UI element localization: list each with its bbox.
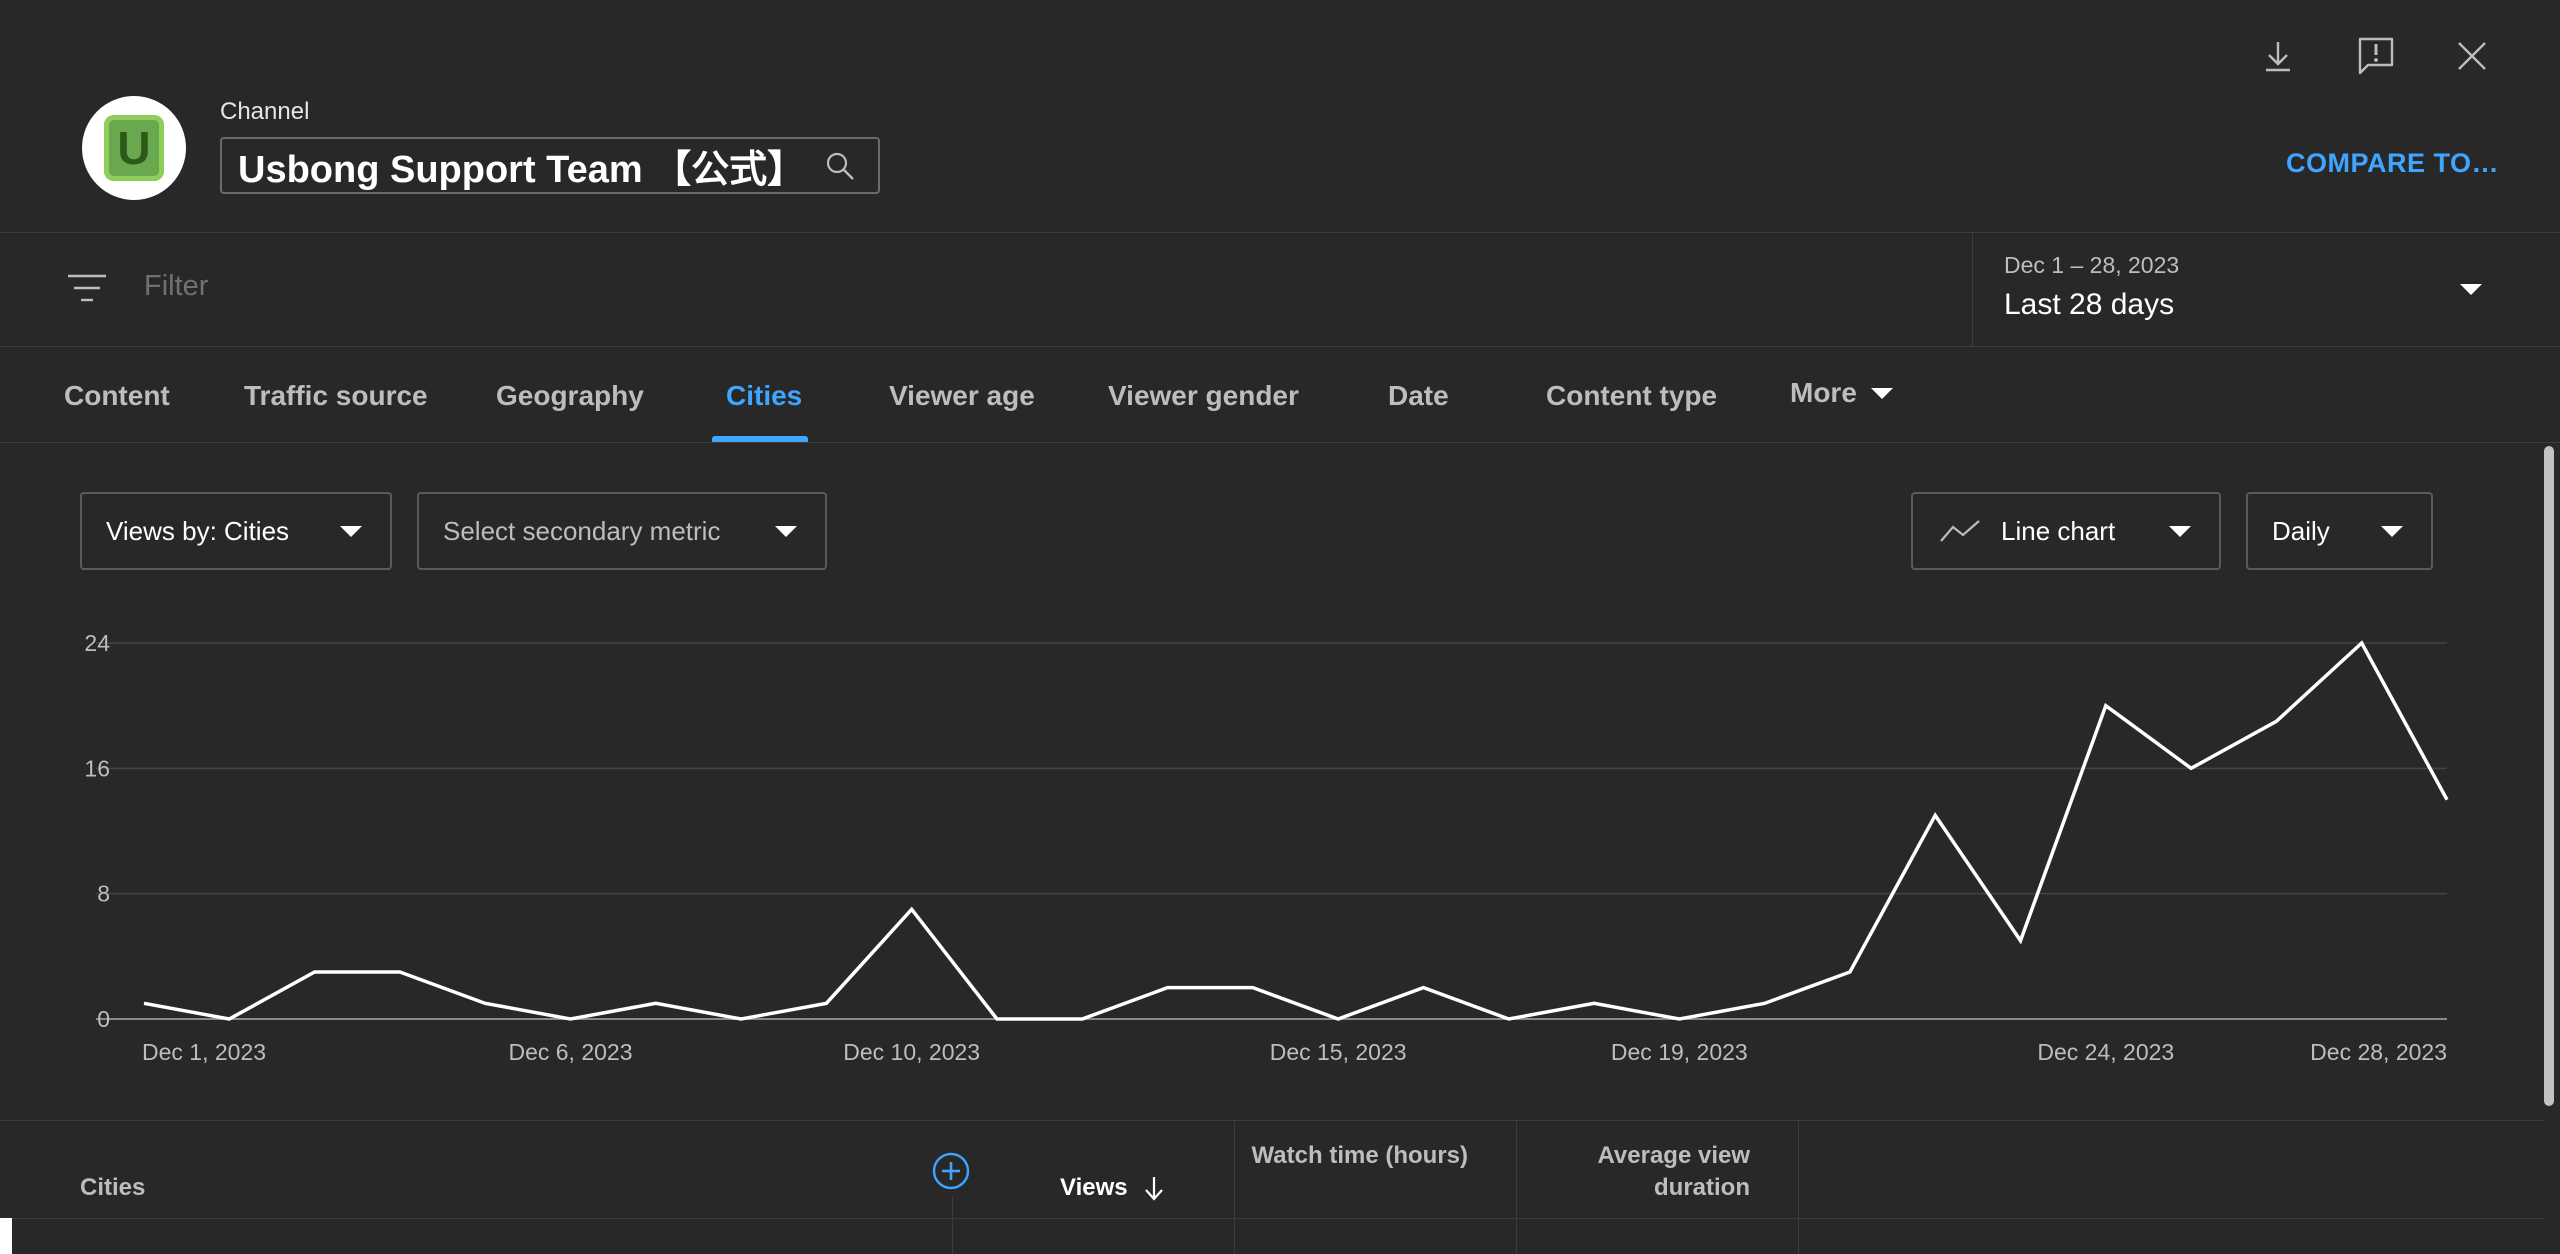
data-point[interactable] [564,1013,576,1025]
channel-name: Usbong Support Team 【公式】 [238,149,806,191]
data-point[interactable] [1332,1013,1344,1025]
data-point[interactable] [1588,997,1600,1009]
channel-label: Channel [220,98,310,125]
views-line-chart[interactable]: 0 8 16 24 Dec 1, 2023 Dec 6, 2023 Dec 10, 202… [0,600,2560,1080]
chevron-down-icon [2169,525,2191,537]
data-point[interactable] [1417,982,1429,994]
data-point[interactable] [1247,982,1259,994]
column-header-views[interactable]: Views [1060,1172,1166,1204]
data-point[interactable] [394,966,406,978]
y-tick-label: 8 [97,881,110,907]
x-tick-label: Dec 19, 2023 [1611,1039,1748,1065]
data-point[interactable] [906,903,918,915]
y-tick-label: 0 [97,1006,110,1032]
channel-logo: U [104,115,164,181]
tab-content[interactable]: Content [64,380,170,412]
download-icon[interactable] [2258,36,2298,76]
tab-geography[interactable]: Geography [496,380,644,412]
data-point[interactable] [2441,794,2453,806]
data-point[interactable] [1673,1013,1685,1025]
chevron-down-icon [2381,525,2403,537]
primary-metric-dropdown[interactable]: Views by: Cities [80,492,392,570]
column-divider [1798,1120,1799,1254]
data-point[interactable] [2015,935,2027,947]
sort-down-icon [1142,1174,1166,1202]
data-point[interactable] [1844,966,1856,978]
date-range-label: Last 28 days [2004,288,2175,321]
x-tick-label: Dec 15, 2023 [1270,1039,1407,1065]
channel-selector[interactable]: Usbong Support Team 【公式】 [220,137,880,194]
column-header-watch-time[interactable]: Watch time (hours) [1250,1140,1468,1172]
tab-viewer-age[interactable]: Viewer age [889,380,1035,412]
tab-more[interactable]: More [1790,377,1893,409]
column-divider [1234,1120,1235,1254]
x-tick-label: Dec 28, 2023 [2310,1039,2447,1065]
tab-content-type[interactable]: Content type [1546,380,1717,412]
chart-type-label: Line chart [2001,515,2116,546]
data-point[interactable] [223,1013,235,1025]
data-point[interactable] [2185,762,2197,774]
secondary-metric-dropdown[interactable]: Select secondary metric [417,492,827,570]
data-point[interactable] [479,997,491,1009]
data-point[interactable] [1162,982,1174,994]
date-range-text: Dec 1 – 28, 2023 [2004,252,2180,278]
x-tick-label: Dec 24, 2023 [2037,1039,2174,1065]
tab-date[interactable]: Date [1388,380,1449,412]
chart-divider [0,1120,2544,1121]
chart-type-dropdown[interactable]: Line chart [1911,492,2221,570]
close-icon[interactable] [2452,36,2492,76]
tab-more-label: More [1790,377,1857,408]
channel-avatar: U [82,96,186,200]
data-point[interactable] [735,1013,747,1025]
primary-metric-label: Views by: Cities [106,515,290,546]
chevron-down-icon [775,525,797,537]
line-chart-icon [1939,519,1981,543]
data-point[interactable] [820,997,832,1009]
column-header-average-view-duration[interactable]: Average view duration [1560,1140,1750,1204]
x-tick-label: Dec 10, 2023 [843,1039,980,1065]
tab-cities[interactable]: Cities [726,380,802,412]
data-point[interactable] [2356,637,2368,649]
chart-series-line [143,640,2449,1021]
data-point[interactable] [1503,1013,1515,1025]
data-point[interactable] [1929,809,1941,821]
data-point[interactable] [309,966,321,978]
tab-viewer-gender[interactable]: Viewer gender [1108,380,1299,412]
filter-input[interactable]: Filter [144,270,208,303]
row-marker [0,1218,12,1254]
x-tick-label: Dec 6, 2023 [508,1039,632,1065]
data-point[interactable] [650,997,662,1009]
chevron-down-icon [1870,387,1893,399]
column-divider [1516,1120,1517,1254]
data-point[interactable] [991,1013,1003,1025]
compare-to-button[interactable]: COMPARE TO… [2286,148,2499,179]
granularity-dropdown[interactable]: Daily [2246,492,2433,570]
data-point[interactable] [1759,997,1771,1009]
filter-divider [0,346,2560,347]
feedback-icon[interactable] [2356,36,2396,76]
data-point[interactable] [1076,1013,1088,1025]
column-header-views-label: Views [1060,1174,1128,1201]
data-point[interactable] [138,997,150,1009]
search-icon[interactable] [820,146,860,186]
tabs-divider [0,442,2560,443]
table-header-divider [0,1218,2544,1219]
chevron-down-icon[interactable] [2460,284,2482,295]
granularity-label: Daily [2272,515,2330,546]
x-tick-label: Dec 1, 2023 [142,1039,266,1065]
column-header-cities[interactable]: Cities [80,1172,145,1204]
column-divider [952,1196,953,1254]
add-column-icon[interactable] [932,1152,970,1190]
data-point[interactable] [2270,715,2282,727]
secondary-metric-label: Select secondary metric [443,515,721,546]
data-point[interactable] [2100,700,2112,712]
tab-traffic-source[interactable]: Traffic source [244,380,428,412]
y-tick-label: 16 [84,755,110,781]
y-tick-label: 24 [84,630,110,656]
chevron-down-icon [340,525,362,537]
filter-icon[interactable] [66,272,108,304]
